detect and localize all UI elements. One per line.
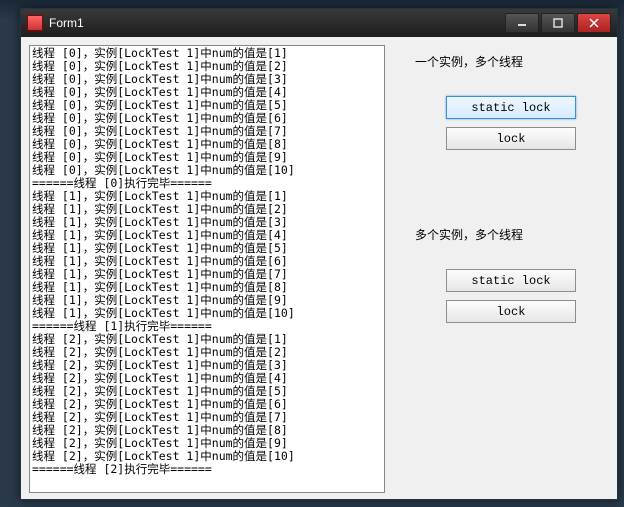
close-icon: [589, 18, 599, 28]
lock-button-2[interactable]: lock: [446, 300, 576, 323]
section-single-instance: 一个实例，多个线程 static lock lock: [415, 53, 607, 150]
form-icon: [27, 15, 43, 31]
static-lock-button[interactable]: static lock: [446, 96, 576, 119]
client-area: 线程 [0]，实例[LockTest 1]中num的值是[1] 线程 [0]，实…: [21, 37, 617, 499]
static-lock-button-2[interactable]: static lock: [446, 269, 576, 292]
right-pane: 一个实例，多个线程 static lock lock 多个实例，多个线程 sta…: [405, 37, 617, 499]
form1-window: Form1 线程 [0]，实例[LockTest 1]中num的值是[1] 线程…: [20, 8, 618, 500]
section-label: 多个实例，多个线程: [415, 226, 607, 243]
section-label: 一个实例，多个线程: [415, 53, 607, 70]
maximize-button[interactable]: [541, 13, 575, 33]
output-listbox[interactable]: 线程 [0]，实例[LockTest 1]中num的值是[1] 线程 [0]，实…: [29, 45, 385, 493]
section-multi-instance: 多个实例，多个线程 static lock lock: [415, 226, 607, 323]
titlebar[interactable]: Form1: [21, 9, 617, 37]
left-pane: 线程 [0]，实例[LockTest 1]中num的值是[1] 线程 [0]，实…: [21, 37, 405, 499]
minimize-button[interactable]: [505, 13, 539, 33]
minimize-icon: [517, 18, 527, 28]
lock-button[interactable]: lock: [446, 127, 576, 150]
window-title: Form1: [49, 16, 84, 30]
maximize-icon: [553, 18, 563, 28]
close-button[interactable]: [577, 13, 611, 33]
